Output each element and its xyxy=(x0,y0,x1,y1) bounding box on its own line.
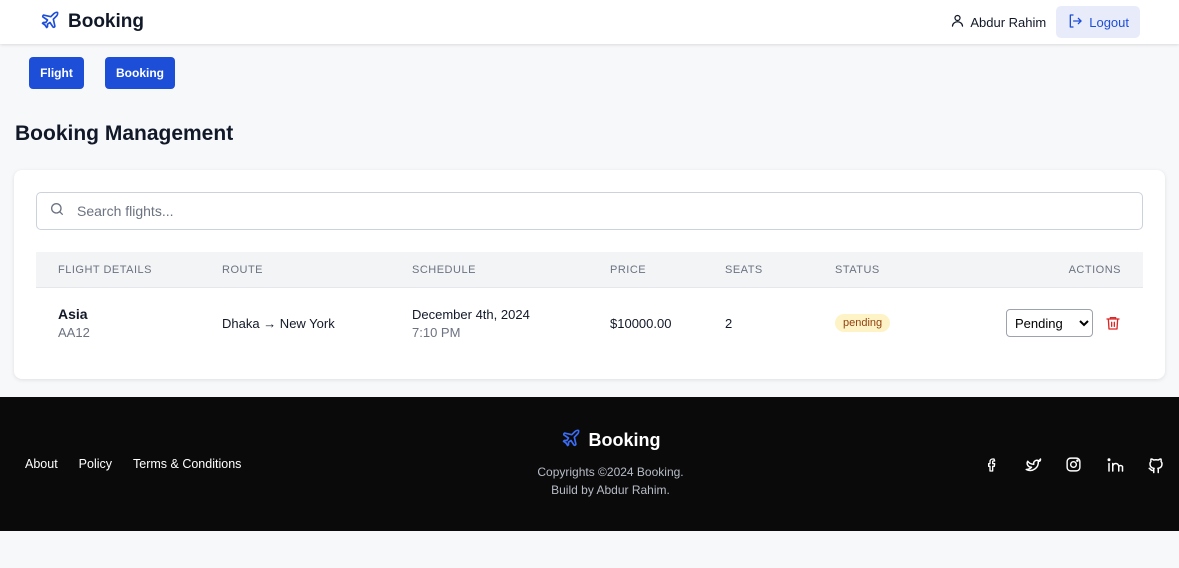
actions-cell: Pending xyxy=(985,309,1143,337)
header-price: PRICE xyxy=(610,263,647,276)
header-seats: SEATS xyxy=(725,263,763,276)
footer: About Policy Terms & Conditions Booking … xyxy=(0,397,1179,531)
header-actions: ACTIONS xyxy=(1068,263,1121,276)
schedule-cell: December 4th, 2024 7:10 PM xyxy=(412,307,610,340)
twitter-icon[interactable] xyxy=(1023,455,1042,474)
schedule-time: 7:10 PM xyxy=(412,324,461,340)
header-status: STATUS xyxy=(835,263,880,276)
booking-card: FLIGHT DETAILS ROUTE SCHEDULE PRICE SEAT… xyxy=(14,170,1165,379)
brand-name: Booking xyxy=(68,11,144,32)
status-select[interactable]: Pending xyxy=(1006,309,1093,337)
delete-icon[interactable] xyxy=(1105,314,1121,332)
plane-icon xyxy=(40,10,60,35)
footer-brand[interactable]: Booking xyxy=(561,428,661,453)
price-cell: $10000.00 xyxy=(610,315,672,331)
user-name: Abdur Rahim xyxy=(970,14,1047,30)
schedule-date: December 4th, 2024 xyxy=(412,306,530,322)
header-flight-details: FLIGHT DETAILS xyxy=(58,263,153,276)
airline-name: Asia xyxy=(58,306,88,322)
sub-navigation: Flight Booking xyxy=(29,57,175,89)
flight-button[interactable]: Flight xyxy=(29,57,84,89)
plane-icon xyxy=(561,428,581,453)
status-cell: pending xyxy=(835,314,985,332)
github-icon[interactable] xyxy=(1146,455,1165,474)
search-input[interactable] xyxy=(75,202,1142,220)
logout-button[interactable]: Logout xyxy=(1056,6,1140,38)
route-cell: Dhaka → New York xyxy=(222,315,335,331)
search-bar[interactable] xyxy=(36,192,1143,230)
logout-label: Logout xyxy=(1089,14,1129,30)
brand-logo[interactable]: Booking xyxy=(40,10,144,35)
linkedin-icon[interactable] xyxy=(1105,455,1124,474)
user-profile[interactable]: Abdur Rahim xyxy=(950,13,1046,31)
seats-cell: 2 xyxy=(725,315,733,331)
facebook-icon[interactable] xyxy=(982,455,1001,474)
booking-button[interactable]: Booking xyxy=(105,57,175,89)
instagram-icon[interactable] xyxy=(1064,455,1083,474)
header-route: ROUTE xyxy=(222,263,263,276)
top-navbar: Booking Abdur Rahim Logout xyxy=(0,0,1179,44)
flight-details-cell: Asia AA12 xyxy=(36,306,222,340)
credit-text: Build by Abdur Rahim. xyxy=(551,483,670,497)
flight-code: AA12 xyxy=(58,325,90,340)
header-schedule: SCHEDULE xyxy=(412,263,476,276)
table-row: Asia AA12 Dhaka → New York December 4th,… xyxy=(36,288,1143,358)
table-header: FLIGHT DETAILS ROUTE SCHEDULE PRICE SEAT… xyxy=(36,252,1143,288)
bookings-table: FLIGHT DETAILS ROUTE SCHEDULE PRICE SEAT… xyxy=(36,252,1143,358)
status-badge: pending xyxy=(835,314,891,332)
footer-brand-name: Booking xyxy=(588,430,661,450)
social-links xyxy=(982,455,1165,474)
user-icon xyxy=(950,13,965,31)
page-title: Booking Management xyxy=(15,122,234,145)
search-icon xyxy=(49,201,65,222)
logout-icon xyxy=(1067,13,1083,32)
